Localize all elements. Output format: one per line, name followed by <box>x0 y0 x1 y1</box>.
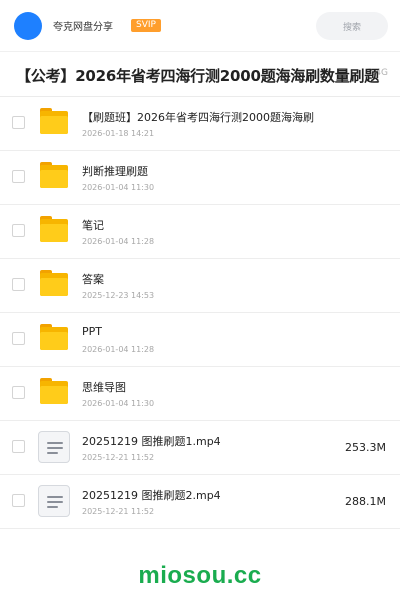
item-checkbox[interactable] <box>12 278 25 291</box>
page-title: 【公考】2026年省考四海行测2000题海海刷数量刷题 <box>16 67 380 85</box>
item-date: 2026-01-18 14:21 <box>82 129 155 138</box>
folder-title-row: 3.4G 【公考】2026年省考四海行测2000题海海刷数量刷题 <box>0 52 400 97</box>
item-checkbox[interactable] <box>12 224 25 237</box>
item-date: 2026-01-04 11:30 <box>82 399 155 408</box>
video-file-icon <box>38 431 70 463</box>
item-size: 288.1M <box>345 495 386 508</box>
item-name: 20251219 图推刷题2.mp4 <box>82 489 221 502</box>
item-checkbox[interactable] <box>12 386 25 399</box>
item-name: 判断推理刷题 <box>82 165 148 178</box>
item-date: 2025-12-21 11:52 <box>82 453 155 462</box>
item-checkbox[interactable] <box>12 116 25 129</box>
item-name: 【刷题班】2026年省考四海行测2000题海海刷 <box>82 111 314 124</box>
search-label: 搜索 <box>342 22 361 33</box>
item-name: 20251219 图推刷题1.mp4 <box>82 435 221 448</box>
item-date: 2025-12-21 11:52 <box>82 507 155 516</box>
item-date: 2025-12-23 14:53 <box>82 291 155 300</box>
item-date: 2026-01-04 11:30 <box>82 183 155 192</box>
folder-icon <box>40 324 68 350</box>
list-item[interactable]: 【刷题班】2026年省考四海行测2000题海海刷 2026-01-18 14:21 <box>0 97 400 151</box>
list-item[interactable]: 判断推理刷题 2026-01-04 11:30 <box>0 151 400 205</box>
item-date: 2026-01-04 11:28 <box>82 237 155 246</box>
list-item[interactable]: PPT 2026-01-04 11:28 <box>0 313 400 367</box>
item-name: 笔记 <box>82 219 104 232</box>
item-checkbox[interactable] <box>12 494 25 507</box>
header-bar: 夸克网盘分享 SVIP 搜索 <box>0 0 400 52</box>
item-name: 思维导图 <box>82 381 126 394</box>
file-list: 【刷题班】2026年省考四海行测2000题海海刷 2026-01-18 14:21… <box>0 97 400 529</box>
folder-icon <box>40 108 68 134</box>
item-name: PPT <box>82 325 102 338</box>
item-checkbox[interactable] <box>12 170 25 183</box>
list-item[interactable]: 20251219 图推刷题2.mp4 2025-12-21 11:52 288.1M <box>0 475 400 529</box>
list-item[interactable]: 20251219 图推刷题1.mp4 2025-12-21 11:52 253.3M <box>0 421 400 475</box>
avatar[interactable] <box>14 11 42 40</box>
folder-icon <box>40 216 68 242</box>
list-item[interactable]: 答案 2025-12-23 14:53 <box>0 259 400 313</box>
list-item[interactable]: 思维导图 2026-01-04 11:30 <box>0 367 400 421</box>
svip-badge: SVIP <box>131 19 161 32</box>
video-file-icon <box>38 485 70 517</box>
user-name: 夸克网盘分享 <box>53 22 113 33</box>
folder-icon <box>40 162 68 188</box>
item-date: 2026-01-04 11:28 <box>82 345 155 354</box>
search-button[interactable]: 搜索 <box>316 12 388 40</box>
folder-icon <box>40 378 68 404</box>
watermark-brand: miosou.cc <box>138 562 262 589</box>
item-checkbox[interactable] <box>12 440 25 453</box>
folder-icon <box>40 270 68 296</box>
list-item[interactable]: 笔记 2026-01-04 11:28 <box>0 205 400 259</box>
item-checkbox[interactable] <box>12 332 25 345</box>
item-name: 答案 <box>82 273 104 286</box>
item-size: 253.3M <box>345 441 386 454</box>
